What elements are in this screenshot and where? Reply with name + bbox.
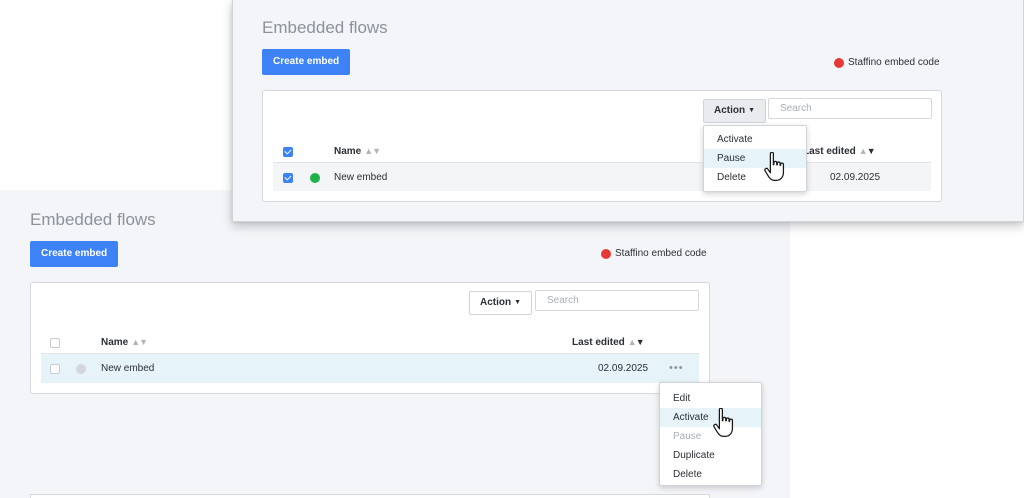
status-inactive-dot bbox=[76, 364, 86, 374]
caret-down-icon: ▼ bbox=[514, 299, 522, 306]
caret-down-icon: ▼ bbox=[748, 107, 756, 114]
sort-arrows-icon[interactable]: ▲▼ bbox=[131, 337, 148, 347]
table-row[interactable]: New embed 02.09.2025 ••• bbox=[41, 354, 699, 383]
action-label: Action bbox=[714, 105, 746, 116]
row-more-icon[interactable]: ••• bbox=[669, 362, 684, 374]
name-column-header[interactable]: Name ▲▼ bbox=[334, 146, 381, 157]
pointer-hand-icon bbox=[764, 152, 785, 182]
menu-item-delete[interactable]: Delete bbox=[660, 465, 761, 484]
create-embed-button[interactable]: Create embed bbox=[262, 49, 351, 75]
embedded-flows-page-active: Embedded flows Create embed Staffino emb… bbox=[232, 0, 1024, 222]
embeds-table-card: Action▼ Name▲▼ Last edited▲▼ New embed 0… bbox=[262, 90, 942, 202]
action-dropdown-button[interactable]: Action ▼ bbox=[469, 291, 533, 315]
embed-code-status-dot bbox=[834, 57, 844, 68]
row-last-edited: 02.09.2025 bbox=[830, 172, 881, 183]
menu-item-edit[interactable]: Edit bbox=[660, 389, 761, 408]
last-edited-column-header[interactable]: Last edited ▲▼ bbox=[572, 337, 645, 348]
row-last-edited: 02.09.2025 bbox=[598, 363, 649, 374]
menu-item-pause: Pause bbox=[673, 431, 702, 442]
row-actions-menu: Edit Activate Pause Duplicate Delete bbox=[659, 382, 762, 486]
sort-arrows-icon[interactable]: ▲▼ bbox=[628, 337, 645, 347]
page-title: Embedded flows bbox=[262, 18, 388, 37]
search-input[interactable] bbox=[768, 98, 932, 119]
select-all-checkbox[interactable] bbox=[50, 338, 60, 348]
pointer-hand-icon bbox=[713, 408, 734, 438]
menu-item-pause[interactable]: Pause bbox=[704, 149, 806, 168]
embed-code-label: Staffino embed code bbox=[848, 57, 940, 68]
embeds-table-card: Action▼ Name▲▼ Last edited▲▼ New embed 0… bbox=[30, 282, 710, 394]
menu-item-activate[interactable]: Activate bbox=[660, 408, 761, 427]
search-input[interactable] bbox=[535, 290, 699, 311]
row-checkbox[interactable] bbox=[283, 173, 293, 183]
embed-code-link[interactable]: Staffino embed code bbox=[834, 57, 940, 68]
menu-item-delete[interactable]: Delete bbox=[704, 168, 806, 187]
bulk-action-menu: Activate Pause Delete bbox=[703, 125, 807, 192]
action-dropdown-button[interactable]: Action ▼ bbox=[703, 99, 767, 123]
row-name: New embed bbox=[334, 172, 388, 183]
next-card-edge bbox=[30, 494, 710, 498]
page-title: Embedded flows bbox=[30, 210, 156, 229]
embed-code-label: Staffino embed code bbox=[615, 248, 707, 259]
sort-arrows-icon[interactable]: ▲▼ bbox=[859, 146, 876, 156]
select-all-checkbox[interactable] bbox=[283, 147, 293, 157]
menu-item-activate[interactable]: Activate bbox=[704, 130, 806, 149]
action-label: Action bbox=[480, 297, 512, 308]
embed-code-status-dot bbox=[601, 248, 611, 259]
row-checkbox[interactable] bbox=[50, 364, 60, 374]
create-embed-button[interactable]: Create embed bbox=[30, 241, 119, 267]
status-active-dot bbox=[310, 173, 320, 183]
row-name: New embed bbox=[101, 363, 155, 374]
sort-arrows-icon[interactable]: ▲▼ bbox=[364, 146, 381, 156]
embed-code-link[interactable]: Staffino embed code bbox=[601, 248, 707, 259]
menu-item-duplicate[interactable]: Duplicate bbox=[660, 446, 761, 465]
embedded-flows-page-inactive: Embedded flows Create embed Staffino emb… bbox=[0, 190, 790, 498]
table-row[interactable]: New embed 02.09.2025 bbox=[273, 163, 931, 191]
last-edited-column-header[interactable]: Last edited ▲▼ bbox=[803, 146, 876, 157]
name-column-header[interactable]: Name ▲▼ bbox=[101, 337, 148, 348]
